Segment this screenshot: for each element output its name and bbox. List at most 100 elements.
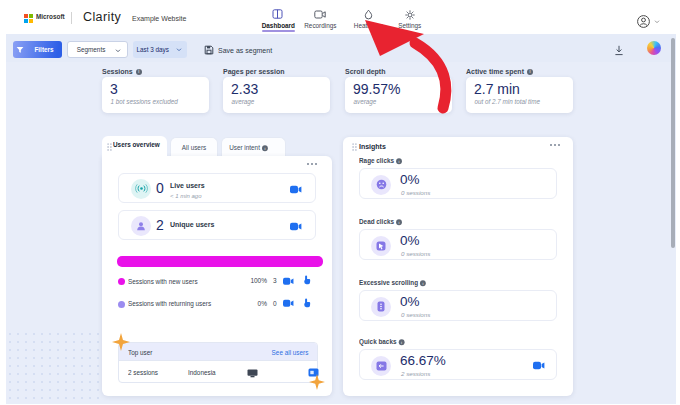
legend-returning-pct: 0% (229, 300, 267, 307)
download-icon[interactable] (614, 45, 624, 56)
recordings-label: Recordings (304, 22, 336, 29)
top-user-sessions: 2 sessions (128, 369, 158, 376)
account-icon[interactable] (637, 15, 650, 28)
metric-card-scroll: 99.57% average (345, 77, 452, 113)
legend-new-label: Sessions with new users (128, 278, 198, 285)
live-users-ago: < 1 min ago (170, 193, 202, 199)
legend-dot-returning (118, 301, 125, 308)
quick-backs-value: 66.67% (400, 353, 446, 368)
rage-clicks-label: Rage clicks (359, 157, 402, 164)
legend-new-pct: 100% (229, 277, 267, 284)
tab-users-overview[interactable]: Users overview (102, 136, 167, 157)
dead-clicks-sessions: 0 sessions (401, 250, 430, 257)
heatmaps-label: Heatmaps (353, 22, 382, 29)
unique-users-label: Unique users (170, 221, 214, 228)
quick-backs-box: 66.67% 2 sessions (359, 349, 557, 380)
sessions-subtext: 1 bot sessions excluded (111, 98, 178, 105)
live-users-count: 0 (156, 180, 164, 196)
excessive-scrolling-box: 0% 0 sessions (359, 290, 557, 321)
drag-grip-icon (107, 143, 112, 151)
excessive-scrolling-label: Excessive scrolling (359, 279, 426, 286)
nav-divider (71, 12, 72, 24)
camera-icon[interactable] (290, 185, 302, 194)
tab-settings[interactable]: Settings (380, 19, 440, 33)
rage-clicks-value: 0% (400, 172, 420, 187)
quick-backs-sessions: 2 sessions (401, 370, 430, 377)
save-as-segment-button[interactable]: Save as segment (218, 47, 272, 54)
active-time-value: 2.7 min (474, 81, 520, 97)
legend-new-count: 3 (273, 277, 277, 284)
chevron-down-icon (115, 49, 121, 53)
brand-microsoft: Microsoft (36, 13, 65, 20)
excessive-scrolling-sessions: 0 sessions (401, 311, 430, 318)
copilot-icon[interactable] (647, 41, 661, 55)
filters-label: Filters (34, 46, 53, 53)
brand-clarity[interactable]: Clarity (83, 10, 121, 24)
save-icon[interactable] (204, 45, 214, 55)
background-dots-decoration (6, 330, 100, 404)
metric-label-sessions: Sessions (102, 68, 142, 75)
drag-grip-icon (352, 143, 357, 151)
camera-icon[interactable] (533, 361, 545, 370)
top-user-section: Top user See all users 2 sessions Indone… (118, 342, 318, 383)
users-overview-card: 0 Live users < 1 min ago 2 Unique users … (102, 156, 332, 396)
insights-title: Insights (359, 143, 386, 150)
camera-icon[interactable] (283, 299, 294, 308)
account-chevron-icon[interactable] (654, 20, 660, 24)
info-icon[interactable] (527, 69, 533, 75)
clarity-dashboard: Microsoft Clarity Example Website Dashbo… (0, 0, 680, 405)
info-icon[interactable] (420, 280, 426, 286)
camera-icon[interactable] (283, 277, 294, 286)
date-range-dropdown[interactable]: Last 3 days (133, 41, 187, 58)
filter-icon (16, 46, 24, 54)
dead-clicks-box: 0% 0 sessions (359, 229, 557, 260)
dead-clicks-label: Dead clicks (359, 218, 402, 225)
metric-card-active-time: 2.7 min out of 2.7 min total time (466, 77, 573, 113)
info-icon[interactable] (263, 145, 269, 151)
tab-user-intent[interactable]: User intent (221, 137, 286, 157)
filters-button[interactable]: Filters (13, 41, 62, 58)
rage-clicks-sessions: 0 sessions (401, 189, 430, 196)
live-users-label: Live users (170, 182, 205, 189)
live-users-avatar (131, 179, 151, 199)
live-users-row: 0 Live users < 1 min ago (118, 173, 316, 203)
scrollbar-thumb[interactable] (671, 38, 675, 248)
metric-card-sessions: 3 1 bot sessions excluded (102, 77, 209, 113)
segments-dropdown[interactable]: Segments (67, 41, 128, 58)
users-overview-label: Users overview (113, 141, 160, 148)
dashboard-icon (272, 9, 283, 19)
pointer-hand-icon[interactable] (302, 275, 311, 285)
unique-users-avatar (131, 216, 151, 236)
legend-returning-label: Sessions with returning users (128, 300, 211, 307)
camera-icon[interactable] (290, 222, 302, 231)
pages-subtext: average (232, 98, 255, 105)
legend-returning-count: 0 (273, 300, 277, 307)
chevron-down-icon (176, 48, 182, 52)
info-icon[interactable] (396, 219, 402, 225)
see-all-users-link[interactable]: See all users (271, 349, 308, 356)
dead-clicks-value: 0% (400, 233, 420, 248)
info-icon[interactable] (396, 158, 402, 164)
info-icon[interactable] (136, 69, 142, 75)
metric-label-pages: Pages per session (223, 68, 284, 75)
active-time-subtext: out of 2.7 min total time (475, 98, 540, 105)
microsoft-logo-icon (24, 14, 34, 24)
tab-all-users[interactable]: All users (170, 137, 218, 157)
info-icon[interactable] (399, 339, 405, 345)
recordings-icon (314, 10, 326, 19)
more-menu-icon[interactable] (550, 144, 562, 147)
quick-backs-icon (371, 356, 391, 376)
rage-clicks-box: 0% 0 sessions (359, 168, 557, 199)
new-users-progress-bar (117, 256, 323, 267)
scroll-subtext: average (354, 98, 377, 105)
more-menu-icon[interactable] (307, 163, 319, 166)
metric-label-scroll: Scroll depth (345, 68, 385, 75)
unique-users-row: 2 Unique users (118, 210, 316, 240)
excessive-scrolling-icon (371, 297, 391, 317)
monitor-icon (247, 369, 258, 378)
date-range-label: Last 3 days (137, 46, 170, 53)
pointer-hand-icon[interactable] (302, 298, 311, 308)
dead-clicks-icon (371, 236, 391, 256)
project-name[interactable]: Example Website (132, 15, 186, 22)
live-icon (135, 184, 148, 193)
